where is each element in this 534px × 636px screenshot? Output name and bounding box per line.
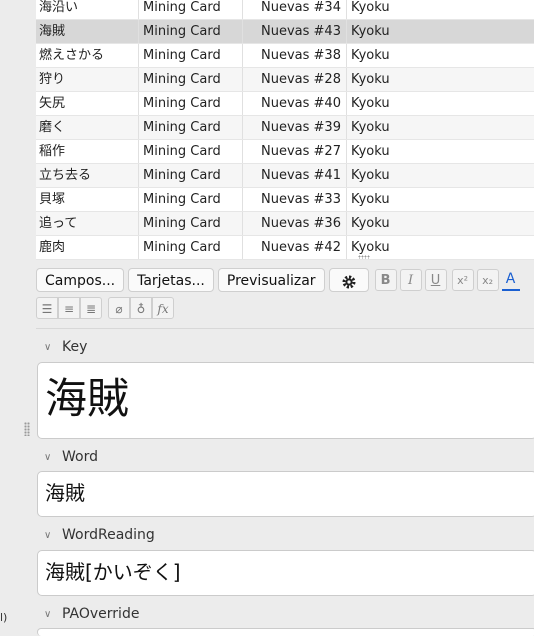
deck-cell: Kyoku <box>351 240 390 255</box>
note-type-cell: Mining Card <box>139 20 243 43</box>
table-row[interactable]: 稲作 Mining Card Nuevas #27 Kyoku <box>36 140 534 164</box>
card-cell: Nuevas #43 <box>243 20 347 43</box>
deck-cell: Kyoku <box>351 0 390 15</box>
pane-resize-handle[interactable] <box>358 255 370 259</box>
sort-field-cell: 海沿い <box>36 0 139 19</box>
table-row[interactable]: 貝塚 Mining Card Nuevas #33 Kyoku <box>36 188 534 212</box>
editor-toolbar-secondary: ☰ ≡ ≣ ⌀ ♁ fx <box>36 296 180 320</box>
field-name: Word <box>62 449 98 465</box>
table-row[interactable]: 狩り Mining Card Nuevas #28 Kyoku <box>36 68 534 92</box>
note-type-cell: Mining Card <box>139 236 243 259</box>
card-cell: Nuevas #28 <box>243 68 347 91</box>
card-cell: Nuevas #42 <box>243 236 347 259</box>
italic-button[interactable]: I <box>399 269 422 291</box>
note-type-cell: Mining Card <box>139 140 243 163</box>
sort-field-cell: 稲作 <box>36 140 139 163</box>
table-row[interactable]: 矢尻 Mining Card Nuevas #40 Kyoku <box>36 92 534 116</box>
card-cell: Nuevas #36 <box>243 212 347 235</box>
gear-icon[interactable] <box>328 268 369 292</box>
sort-field-cell: 追って <box>36 212 139 235</box>
underline-button[interactable]: U <box>424 269 447 291</box>
field-name: WordReading <box>62 527 155 543</box>
divider <box>36 328 534 329</box>
function-icon[interactable]: fx <box>152 297 174 319</box>
note-type-cell: Mining Card <box>139 44 243 67</box>
paperclip-icon[interactable]: ⌀ <box>108 297 130 319</box>
deck-cell: Kyoku <box>351 192 390 207</box>
ordered-list-icon[interactable]: ≡ <box>58 297 80 319</box>
field-label-paoverride[interactable]: ∨ PAOverride <box>44 604 139 624</box>
field-label-word[interactable]: ∨ Word <box>44 447 98 467</box>
field-name: Key <box>62 339 88 355</box>
cards-button[interactable]: Tarjetas... <box>128 268 214 292</box>
field-name: PAOverride <box>62 606 140 622</box>
deck-cell: Kyoku <box>351 48 390 63</box>
sidebar <box>0 0 36 629</box>
card-cell: Nuevas #34 <box>243 0 347 19</box>
card-table: 海沿い Mining Card Nuevas #34 Kyoku 海賊 Mini… <box>36 0 534 260</box>
table-row[interactable]: 燃えさかる Mining Card Nuevas #38 Kyoku <box>36 44 534 68</box>
chevron-down-icon[interactable]: ∨ <box>44 530 52 541</box>
table-row-selected[interactable]: 海賊 Mining Card Nuevas #43 Kyoku <box>36 20 534 44</box>
word-field[interactable]: 海賊 <box>37 471 534 517</box>
table-row[interactable]: 立ち去る Mining Card Nuevas #41 Kyoku <box>36 164 534 188</box>
deck-cell: Kyoku <box>351 120 390 135</box>
deck-cell: Kyoku <box>351 72 390 87</box>
note-editor: Campos... Tarjetas... Previsualizar B I … <box>36 262 534 636</box>
sort-field-cell: 磨く <box>36 116 139 139</box>
align-icon[interactable]: ≣ <box>80 297 102 319</box>
field-label-wordreading[interactable]: ∨ WordReading <box>44 525 155 545</box>
splitter-handle[interactable] <box>24 422 30 436</box>
deck-cell: Kyoku <box>351 144 390 159</box>
note-type-cell: Mining Card <box>139 0 243 19</box>
editor-toolbar: Campos... Tarjetas... Previsualizar B I … <box>36 266 520 294</box>
card-cell: Nuevas #27 <box>243 140 347 163</box>
card-cell: Nuevas #38 <box>243 44 347 67</box>
table-row[interactable]: 磨く Mining Card Nuevas #39 Kyoku <box>36 116 534 140</box>
sort-field-cell: 貝塚 <box>36 188 139 211</box>
sort-field-cell: 狩り <box>36 68 139 91</box>
chevron-down-icon[interactable]: ∨ <box>44 342 52 353</box>
table-row[interactable]: 鹿肉 Mining Card Nuevas #42 Kyoku <box>36 236 534 260</box>
note-type-cell: Mining Card <box>139 92 243 115</box>
unordered-list-icon[interactable]: ☰ <box>36 297 58 319</box>
sort-field-cell: 鹿肉 <box>36 236 139 259</box>
note-type-cell: Mining Card <box>139 212 243 235</box>
card-cell: Nuevas #41 <box>243 164 347 187</box>
note-type-cell: Mining Card <box>139 164 243 187</box>
card-cell: Nuevas #39 <box>243 116 347 139</box>
sort-field-cell: 矢尻 <box>36 92 139 115</box>
table-row[interactable]: 海沿い Mining Card Nuevas #34 Kyoku <box>36 0 534 20</box>
field-label-key[interactable]: ∨ Key <box>44 337 87 357</box>
microphone-icon[interactable]: ♁ <box>130 297 152 319</box>
deck-cell: Kyoku <box>351 216 390 231</box>
text-color-button[interactable]: A <box>501 269 520 291</box>
card-cell: Nuevas #33 <box>243 188 347 211</box>
subscript-button[interactable]: x₂ <box>476 269 499 291</box>
note-type-cell: Mining Card <box>139 188 243 211</box>
sidebar-clipped-text: l) <box>0 611 8 624</box>
preview-button[interactable]: Previsualizar <box>217 268 325 292</box>
key-field[interactable]: 海賊 <box>37 362 534 439</box>
table-row[interactable]: 追って Mining Card Nuevas #36 Kyoku <box>36 212 534 236</box>
wordreading-field[interactable]: 海賊[かいぞく] <box>37 550 534 596</box>
note-type-cell: Mining Card <box>139 68 243 91</box>
chevron-down-icon[interactable]: ∨ <box>44 609 52 620</box>
bold-button[interactable]: B <box>374 269 397 291</box>
sort-field-cell: 燃えさかる <box>36 44 139 67</box>
superscript-button[interactable]: x² <box>451 269 474 291</box>
chevron-down-icon[interactable]: ∨ <box>44 452 52 463</box>
card-cell: Nuevas #40 <box>243 92 347 115</box>
deck-cell: Kyoku <box>351 96 390 111</box>
sort-field-cell: 海賊 <box>36 20 139 43</box>
note-type-cell: Mining Card <box>139 116 243 139</box>
fields-button[interactable]: Campos... <box>36 268 125 292</box>
paoverride-field[interactable] <box>37 628 534 636</box>
sort-field-cell: 立ち去る <box>36 164 139 187</box>
deck-cell: Kyoku <box>351 24 390 39</box>
deck-cell: Kyoku <box>351 168 390 183</box>
